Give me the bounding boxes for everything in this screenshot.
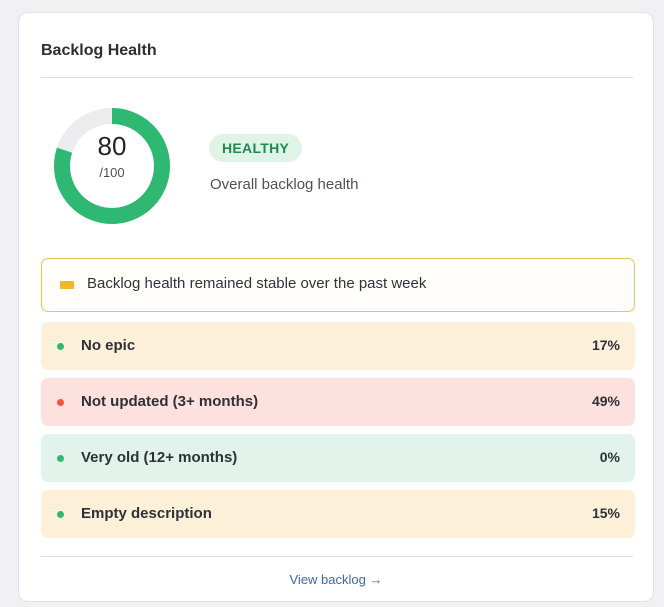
metric-value: 17% <box>591 337 620 353</box>
metric-row-very-old[interactable]: Very old (12+ months) 0% <box>41 434 635 482</box>
metric-label: Empty description <box>81 505 212 522</box>
health-gauge: 80 /100 <box>53 107 171 225</box>
trend-text: Backlog health remained stable over the … <box>87 275 427 292</box>
health-score: 80 <box>97 131 127 161</box>
trend-notice: Backlog health remained stable over the … <box>41 258 635 312</box>
card-title: Backlog Health <box>41 42 157 59</box>
title-divider <box>41 77 633 78</box>
status-dot-icon <box>57 343 64 350</box>
metric-label: Not updated (3+ months) <box>81 393 259 410</box>
metric-row-not-updated[interactable]: Not updated (3+ months) 49% <box>41 378 635 426</box>
metric-value: 15% <box>591 505 620 521</box>
status-badge: HEALTHY <box>209 134 303 162</box>
metric-label: Very old (12+ months) <box>81 449 238 466</box>
status-dot-icon <box>57 511 64 518</box>
metric-row-empty-description[interactable]: Empty description 15% <box>41 490 635 538</box>
health-caption: Overall backlog health <box>210 176 359 193</box>
metric-row-no-epic[interactable]: No epic 17% <box>41 322 635 370</box>
metric-value: 0% <box>599 449 620 465</box>
footer-divider <box>41 556 633 557</box>
backlog-health-card: Backlog Health 80 /100 HEALTHY Overall b… <box>18 12 654 602</box>
metric-label: No epic <box>81 337 136 354</box>
health-score-max: /100 <box>99 165 125 180</box>
minus-bar-icon <box>60 281 74 289</box>
view-backlog-link[interactable]: View backlog → <box>19 572 653 587</box>
status-dot-icon <box>57 399 64 406</box>
metric-value: 49% <box>591 393 620 409</box>
status-dot-icon <box>57 455 64 462</box>
